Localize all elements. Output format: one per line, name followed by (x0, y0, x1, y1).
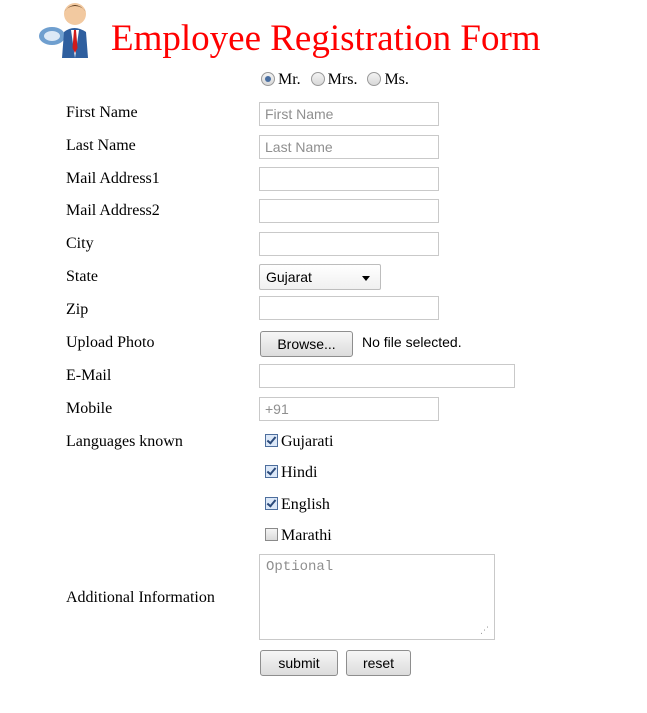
reset-button[interactable]: reset (346, 650, 411, 676)
file-status: No file selected. (362, 334, 462, 350)
language-hindi[interactable]: Hindi (265, 464, 317, 482)
mail-address1-label: Mail Address1 (66, 170, 160, 187)
mobile-input[interactable] (259, 397, 439, 421)
city-input[interactable] (259, 232, 439, 256)
employee-icon (39, 3, 88, 58)
language-gujarati[interactable]: Gujarati (265, 433, 333, 451)
additional-info-label: Additional Information (66, 589, 215, 606)
last-name-input[interactable] (259, 135, 439, 159)
zip-input[interactable] (259, 296, 439, 320)
additional-info-textarea[interactable] (259, 554, 495, 640)
form-header: Employee Registration Form (38, 0, 638, 64)
first-name-label: First Name (66, 104, 138, 121)
checkbox-marathi[interactable] (265, 528, 278, 542)
salutation-mr[interactable]: Mr. (261, 71, 301, 88)
salutation-mrs[interactable]: Mrs. (310, 71, 357, 88)
email-input[interactable] (259, 364, 515, 388)
dropdown-arrow-icon (362, 276, 370, 281)
radio-ms[interactable] (367, 71, 382, 86)
upload-photo-label: Upload Photo (66, 334, 155, 351)
browse-button[interactable]: Browse... (260, 331, 353, 357)
salutation-ms[interactable]: Ms. (367, 71, 409, 88)
email-label: E-Mail (66, 367, 112, 384)
radio-mrs[interactable] (310, 71, 325, 86)
radio-mr[interactable] (261, 71, 275, 86)
page-title: Employee Registration Form (111, 18, 541, 59)
language-marathi[interactable]: Marathi (265, 527, 332, 545)
mail-address2-input[interactable] (259, 199, 439, 223)
city-label: City (66, 235, 94, 252)
first-name-input[interactable] (259, 102, 439, 126)
zip-label: Zip (66, 301, 89, 318)
checkbox-english[interactable] (265, 497, 278, 511)
checkbox-gujarati[interactable] (265, 434, 278, 448)
mail-address1-input[interactable] (259, 167, 439, 191)
submit-button[interactable]: submit (260, 650, 338, 676)
mail-address2-label: Mail Address2 (66, 202, 160, 219)
state-selected-value: Gujarat (266, 269, 312, 285)
resize-grip-icon[interactable]: ⋰ (480, 626, 490, 636)
state-label: State (66, 268, 98, 285)
state-select[interactable]: Gujarat (259, 264, 381, 290)
language-english[interactable]: English (265, 496, 330, 514)
checkbox-hindi[interactable] (265, 465, 278, 479)
mobile-label: Mobile (66, 400, 113, 417)
salutation-group: Mr. Mrs. Ms. (261, 71, 415, 89)
languages-label: Languages known (66, 433, 183, 450)
last-name-label: Last Name (66, 137, 136, 154)
